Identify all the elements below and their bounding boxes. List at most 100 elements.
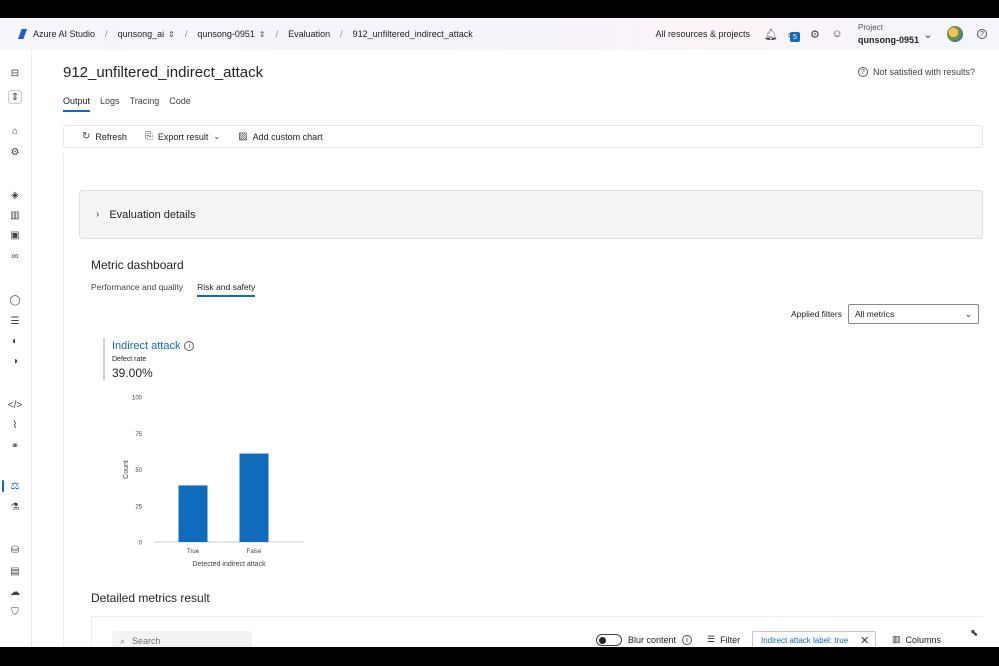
search-placeholder: Search bbox=[132, 636, 161, 646]
safety-shield-icon[interactable]: ⛉ bbox=[8, 605, 22, 619]
bell-icon[interactable]: 🔔︎ bbox=[760, 18, 782, 50]
y-tick-label: 100 bbox=[132, 396, 143, 402]
code-icon[interactable]: </> bbox=[8, 398, 22, 412]
breadcrumb-hub[interactable]: qunsong_ai ⇕ bbox=[118, 29, 175, 39]
breadcrumb-project-label: qunsong-0951 bbox=[197, 29, 255, 39]
tab-output[interactable]: Output bbox=[63, 96, 91, 112]
breadcrumb-evaluation[interactable]: Evaluation bbox=[288, 29, 330, 39]
mouse-cursor-icon: ⬉ bbox=[970, 628, 979, 639]
breadcrumb-current: 912_unfiltered_indirect_attack bbox=[352, 29, 473, 39]
bar-true bbox=[178, 485, 208, 542]
close-icon[interactable]: ✕ bbox=[860, 634, 869, 647]
info-icon[interactable]: i bbox=[184, 341, 195, 351]
filter-icon: ☰ bbox=[707, 634, 716, 644]
project-switcher[interactable]: Project qunsong-0951 bbox=[858, 22, 919, 46]
metric-sublabel: Defect rate bbox=[112, 356, 147, 363]
prompt-flow-icon[interactable]: ⌇ bbox=[8, 418, 22, 432]
add-custom-chart-button[interactable]: ▨ Add custom chart bbox=[238, 131, 322, 142]
benchmarks-icon[interactable]: ▥ bbox=[8, 208, 22, 222]
app-window: Azure AI Studio / qunsong_ai ⇕ / qunsong-… bbox=[0, 18, 999, 647]
output-panel: › Evaluation details Metric dashboard Pe… bbox=[63, 154, 983, 647]
metric-name-label: Indirect attack bbox=[112, 340, 181, 352]
feedback-icon[interactable]: ▭5 bbox=[782, 18, 804, 50]
bar-false bbox=[239, 453, 269, 542]
smiley-icon[interactable]: ☺ bbox=[826, 18, 848, 50]
notification-badge: 5 bbox=[789, 32, 800, 42]
x-axis-label: Detected indirect attack bbox=[192, 561, 266, 568]
tab-risk-safety[interactable]: Risk and safety bbox=[197, 282, 256, 297]
evaluation-details-accordion[interactable]: › Evaluation details bbox=[79, 190, 983, 239]
command-bar: ↻ Refresh ⎘ Export result ⌄ ▨ Add custom… bbox=[63, 125, 983, 148]
y-axis-label: Count bbox=[123, 460, 130, 479]
filter-button[interactable]: ☰ Filter bbox=[707, 634, 740, 645]
expand-updown-icon[interactable]: ⇕ bbox=[8, 90, 22, 104]
page-title: 912_unfiltered_indirect_attack bbox=[63, 64, 264, 81]
breadcrumb-project[interactable]: qunsong-0951 ⇕ bbox=[197, 29, 265, 39]
metric-name[interactable]: Indirect attack i bbox=[112, 340, 195, 352]
files-icon[interactable]: ▤ bbox=[8, 564, 22, 578]
tab-logs[interactable]: Logs bbox=[100, 96, 120, 112]
settings-icon[interactable]: ⚙ bbox=[8, 145, 22, 159]
filter-chip-label: Indirect attack label: true bbox=[761, 636, 849, 645]
gear-icon[interactable]: ⚙ bbox=[804, 18, 826, 50]
project-name: qunsong-0951 bbox=[857, 35, 919, 45]
tracing-icon[interactable]: ⚭ bbox=[8, 439, 22, 453]
multimodal-icon[interactable]: ◑ bbox=[8, 354, 22, 368]
not-satisfied-link[interactable]: ? Not satisfied with results? bbox=[857, 67, 975, 77]
model-catalog-icon[interactable]: ◈ bbox=[8, 188, 22, 202]
search-input[interactable]: ⌕ Search bbox=[112, 631, 252, 647]
breadcrumb-hub-label: qunsong_ai bbox=[117, 29, 165, 39]
collapse-nav-icon[interactable]: ⊟ bbox=[8, 66, 22, 80]
evaluation-icon[interactable]: ⚖ bbox=[8, 479, 22, 493]
project-label: Project bbox=[857, 23, 883, 32]
chevron-down-icon[interactable]: ⌄ bbox=[919, 18, 937, 50]
breadcrumb-separator: / bbox=[275, 29, 279, 39]
avatar[interactable] bbox=[947, 26, 963, 42]
ai-services-icon[interactable]: ▣ bbox=[8, 228, 22, 242]
chat-icon[interactable]: ◯ bbox=[8, 293, 22, 307]
filter-chip[interactable]: Indirect attack label: true ✕ bbox=[752, 631, 877, 647]
data-icon[interactable]: ⛁ bbox=[8, 543, 22, 557]
metric-value: 39.00% bbox=[112, 366, 153, 380]
tab-code[interactable]: Code bbox=[169, 96, 191, 112]
metrics-filter-dropdown[interactable]: All metrics ⌄ bbox=[848, 304, 979, 324]
info-icon[interactable]: i bbox=[682, 635, 693, 645]
fine-tuning-icon[interactable]: ⚗ bbox=[8, 500, 22, 514]
applied-filters-label: Applied filters bbox=[790, 309, 842, 319]
refresh-label: Refresh bbox=[95, 131, 127, 142]
export-icon: ⎘ bbox=[144, 131, 153, 142]
chevron-right-icon: › bbox=[96, 209, 100, 220]
tab-performance-quality[interactable]: Performance and quality bbox=[91, 282, 183, 297]
blur-content-toggle[interactable] bbox=[596, 634, 622, 646]
updown-chevron-icon: ⇕ bbox=[168, 29, 175, 39]
export-label: Export result bbox=[157, 131, 209, 142]
link-icon[interactable]: ∞ bbox=[8, 249, 22, 263]
metric-dashboard-tabs: Performance and quality Risk and safety bbox=[91, 282, 256, 297]
tab-tracing[interactable]: Tracing bbox=[130, 96, 160, 112]
assistants-icon[interactable]: ☰ bbox=[8, 314, 22, 328]
brand[interactable]: Azure AI Studio bbox=[18, 29, 95, 39]
left-nav-rail: ⊟ ⇕ ⌂ ⚙ ◈ ▥ ▣ ∞ ◯ ☰ ◐ ◑ </> ⌇ ⚭ ⚖ ⚗ ⛁ ▤ … bbox=[0, 50, 32, 647]
chevron-down-icon: ⌄ bbox=[964, 308, 972, 319]
filter-label: Filter bbox=[720, 634, 741, 645]
export-result-button[interactable]: ⎘ Export result ⌄ bbox=[145, 131, 220, 142]
metric-dashboard-title: Metric dashboard bbox=[91, 258, 184, 272]
detailed-metrics-title: Detailed metrics result bbox=[91, 591, 210, 605]
images-icon[interactable]: ◐ bbox=[8, 334, 22, 348]
all-resources-link[interactable]: All resources & projects bbox=[655, 29, 750, 39]
home-icon[interactable]: ⌂ bbox=[8, 124, 22, 138]
y-tick-label: 25 bbox=[135, 504, 142, 510]
refresh-icon: ↻ bbox=[82, 131, 91, 142]
columns-button[interactable]: ▥ Columns bbox=[892, 634, 941, 645]
refresh-button[interactable]: ↻ Refresh bbox=[82, 131, 127, 142]
topbar-right: All resources & projects 🔔︎ ▭5 ⚙ ☺ Proje… bbox=[655, 18, 999, 50]
search-icon: ⌕ bbox=[120, 635, 126, 646]
y-tick-label: 0 bbox=[139, 541, 143, 547]
y-tick-label: 75 bbox=[135, 432, 142, 438]
x-tick-label: True bbox=[187, 549, 200, 555]
indirect-attack-bar-chart: 0 25 50 75 100 True False Detected indirect att… bbox=[123, 396, 304, 568]
deployments-icon[interactable]: ☁ bbox=[8, 585, 22, 599]
updown-chevron-icon: ⇕ bbox=[258, 29, 266, 39]
help-icon[interactable]: ? bbox=[971, 18, 993, 50]
breadcrumb-separator: / bbox=[184, 29, 188, 39]
